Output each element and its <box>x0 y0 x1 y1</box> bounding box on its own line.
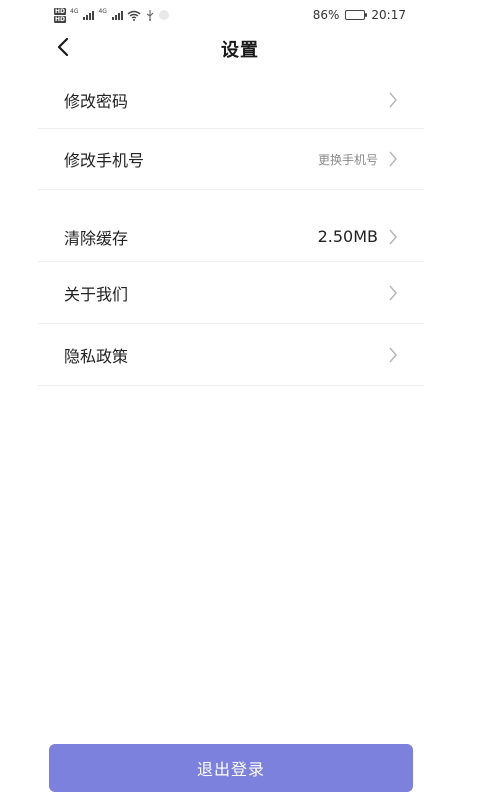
cache-size-value: 2.50MB <box>317 227 378 246</box>
chevron-right-icon <box>388 285 398 301</box>
settings-item-label: 清除缓存 <box>64 228 129 248</box>
usb-icon <box>145 9 155 21</box>
logout-button-label: 退出登录 <box>196 760 265 779</box>
hd-badge: HD <box>54 7 67 15</box>
settings-item-label: 隐私政策 <box>64 346 129 366</box>
settings-list: 修改密码 修改手机号 更换手机号 清除缓存 2.50MB 关于我们 隐私政策 <box>38 72 424 386</box>
signal-icon <box>83 10 95 20</box>
settings-item-right: 2.50MB <box>318 227 398 246</box>
settings-item-change-password[interactable]: 修改密码 <box>38 72 424 129</box>
settings-item-right <box>388 347 398 363</box>
page-header: 设置 <box>0 30 480 68</box>
status-icons: HD HD 4G 4G <box>54 7 169 23</box>
notification-dot-icon <box>158 10 169 20</box>
clock: 20:17 <box>371 8 406 22</box>
status-bar: HD HD 4G 4G 86% 20:17 <box>0 0 480 30</box>
chevron-left-icon <box>57 37 69 60</box>
settings-item-right <box>388 285 398 301</box>
chevron-right-icon <box>388 229 398 245</box>
settings-item-privacy-policy[interactable]: 隐私政策 <box>38 324 424 386</box>
wifi-icon <box>127 10 141 21</box>
settings-item-label: 关于我们 <box>64 284 129 304</box>
settings-item-hint: 更换手机号 <box>317 152 378 167</box>
chevron-right-icon <box>388 151 398 167</box>
battery-icon <box>345 10 368 20</box>
back-button[interactable] <box>52 37 74 60</box>
battery-percent: 86% <box>312 8 340 22</box>
page-title: 设置 <box>221 40 259 61</box>
logout-button[interactable]: 退出登录 <box>49 744 413 792</box>
hd-badge: HD <box>54 15 67 23</box>
network-type: 4G <box>98 7 107 15</box>
chevron-right-icon <box>388 347 398 363</box>
settings-item-label: 修改手机号 <box>64 151 145 170</box>
status-right: 86% 20:17 <box>313 8 406 22</box>
settings-item-label: 修改密码 <box>64 92 129 111</box>
hd-badges: HD HD <box>54 7 67 23</box>
settings-item-about-us[interactable]: 关于我们 <box>38 262 424 324</box>
signal-icon <box>111 10 123 20</box>
chevron-right-icon <box>388 92 398 108</box>
settings-item-right <box>388 92 398 108</box>
settings-item-clear-cache[interactable]: 清除缓存 2.50MB <box>38 190 424 262</box>
settings-item-change-phone[interactable]: 修改手机号 更换手机号 <box>38 129 424 190</box>
settings-screen: HD HD 4G 4G 86% 20:17 设置 修改密码 修改手机号 更换手机… <box>0 0 480 800</box>
network-type: 4G <box>70 7 79 15</box>
settings-item-right: 更换手机号 <box>318 151 398 168</box>
